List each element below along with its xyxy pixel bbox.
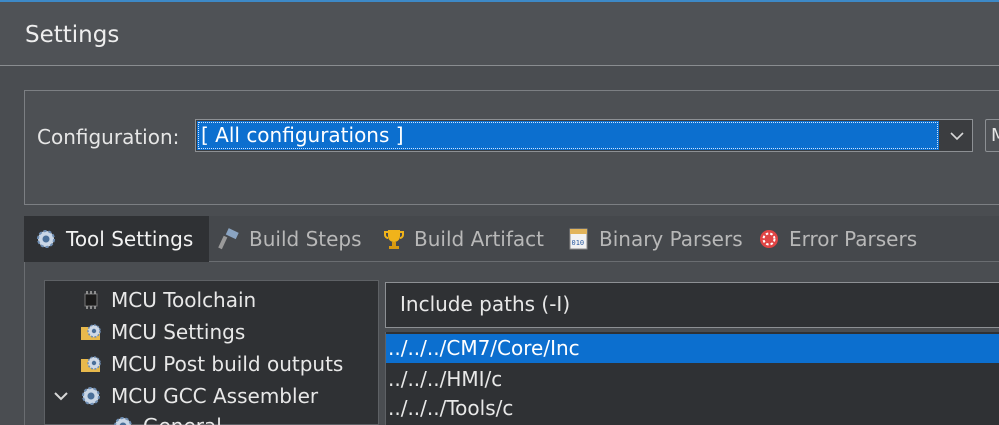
binary-file-icon: 010: [567, 227, 591, 251]
tree-item-mcu-toolchain[interactable]: MCU Toolchain: [79, 285, 256, 315]
list-item[interactable]: ../../../HMI/c: [386, 365, 999, 394]
folder-gear-icon: [79, 320, 103, 344]
tab-label: Error Parsers: [789, 227, 918, 251]
gear-icon: [34, 227, 58, 251]
chip-icon: [79, 288, 103, 312]
include-paths-title: Include paths (-I): [400, 292, 571, 316]
svg-text:010: 010: [572, 239, 585, 247]
tab-label: Binary Parsers: [599, 227, 743, 251]
tab-label: Build Steps: [249, 227, 362, 251]
gear-icon: [79, 384, 103, 408]
gear-icon: [111, 414, 135, 425]
tab-binary-parsers[interactable]: 010 Binary Parsers: [567, 216, 743, 262]
dialog-title: Settings: [25, 22, 120, 48]
dialog-title-bar: Settings: [0, 2, 999, 66]
tree-item-mcu-post-build-outputs[interactable]: MCU Post build outputs: [79, 349, 343, 379]
tree-item-label: General: [143, 414, 222, 425]
include-paths-header: Include paths (-I): [385, 282, 999, 328]
configuration-label: Configuration:: [37, 125, 180, 149]
list-item[interactable]: ../../../Tools/c: [386, 394, 999, 423]
hammer-icon: [217, 227, 241, 251]
list-item[interactable]: ../../../CM7/Core/Inc: [386, 334, 999, 363]
tree-item-label: MCU Post build outputs: [111, 352, 344, 376]
tab-label: Build Artifact: [414, 227, 544, 251]
tab-build-artifact[interactable]: Build Artifact: [382, 216, 544, 262]
tree-item-label: MCU Toolchain: [111, 288, 257, 312]
tab-error-parsers[interactable]: Error Parsers: [757, 216, 917, 262]
tree-item-label: MCU Settings: [111, 320, 246, 344]
chevron-down-icon[interactable]: [51, 384, 71, 408]
tab-label: Tool Settings: [66, 227, 194, 251]
tree-item-label: MCU GCC Assembler: [111, 384, 319, 408]
tool-settings-tree: MCU Toolchain MCU Settings MCU Post buil…: [44, 280, 379, 425]
include-paths-list: ../../../CM7/Core/Inc ../../../HMI/c ../…: [385, 332, 999, 425]
tab-tool-settings[interactable]: Tool Settings: [24, 216, 209, 262]
configuration-group: Configuration: [ All configurations ] M: [24, 90, 999, 205]
manage-configurations-button[interactable]: M: [985, 119, 999, 152]
tab-build-steps[interactable]: Build Steps: [217, 216, 362, 262]
tree-item-mcu-gcc-assembler[interactable]: MCU GCC Assembler: [51, 381, 318, 411]
configuration-dropdown[interactable]: [ All configurations ]: [195, 119, 973, 152]
folder-gear-icon: [79, 352, 103, 376]
error-icon: [757, 227, 781, 251]
trophy-icon: [382, 227, 406, 251]
settings-tab-bar: Tool Settings Build Steps Build Artifact: [24, 216, 999, 262]
chevron-down-icon[interactable]: [942, 120, 972, 151]
tree-item-mcu-settings[interactable]: MCU Settings: [79, 317, 245, 347]
tree-item-general[interactable]: General: [111, 411, 222, 425]
configuration-selected-value: [ All configurations ]: [197, 121, 939, 150]
